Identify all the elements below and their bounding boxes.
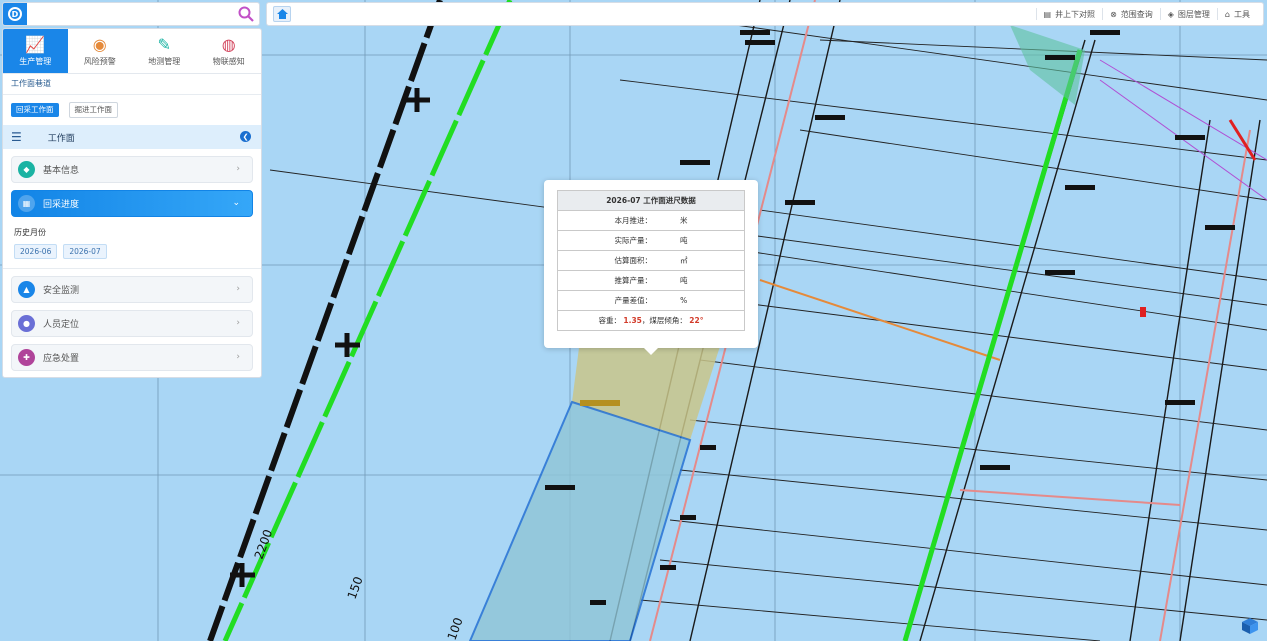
left-panel: 📈 生产管理 ◉ 风险预警 ✎ 地测管理 ◍ 物联感知 工作面巷道 回采工作面 … [2, 28, 262, 378]
panel-header: ☰ 工作面 ❮ [3, 125, 261, 149]
chart-up-icon: 📈 [25, 34, 46, 54]
layers-icon: ▤ [1043, 9, 1052, 19]
stack-icon: ◈ [1167, 9, 1174, 19]
acc-progress[interactable]: ▦ 回采进度 ⌄ [11, 190, 253, 217]
panel-header-title: 工作面 [47, 133, 75, 144]
search-box: D [2, 2, 260, 26]
chevron-right-icon: › [236, 352, 240, 362]
toolbox-icon: ⌂ [1224, 9, 1230, 19]
home-button[interactable] [273, 6, 291, 22]
chevron-down-icon: ⌄ [232, 198, 240, 208]
month-chip[interactable]: 2026-06 [14, 244, 58, 259]
face-type-row: 回采工作面 掘进工作面 [3, 95, 261, 125]
tab-iot[interactable]: ◍ 物联感知 [197, 29, 262, 73]
acc-safety[interactable]: ▲ 安全监测 › [11, 276, 253, 303]
row-estimated: 推算产量：吨 [557, 270, 745, 291]
acc-personnel[interactable]: ● 人员定位 › [11, 310, 253, 337]
tab-risk[interactable]: ◉ 风险预警 [68, 29, 133, 73]
app-logo[interactable]: D [3, 3, 27, 25]
advance-data-table: 2026-07 工作面进尺数据 本月推进：米 实际产量：吨 估算面积：㎡ 推算产… [557, 190, 745, 331]
tunneling-face-button[interactable]: 掘进工作面 [68, 102, 118, 118]
row-density-dip: 容重： 1.35，煤层倾角： 22° [557, 310, 745, 331]
menu-icon[interactable]: ☰ [11, 130, 22, 144]
advance-data-popup: 2026-07 工作面进尺数据 本月推进：米 实际产量：吨 估算面积：㎡ 推算产… [544, 180, 758, 355]
acc-basic-info[interactable]: ◆ 基本信息 › [11, 156, 253, 183]
nav-tabs: 📈 生产管理 ◉ 风险预警 ✎ 地测管理 ◍ 物联感知 [3, 29, 261, 74]
acc-emergency[interactable]: ✚ 应急处置 › [11, 344, 253, 371]
search-icon[interactable] [237, 5, 255, 23]
tool-tools-button[interactable]: ⌂ 工具 [1216, 8, 1257, 20]
search-input[interactable] [31, 6, 235, 24]
people-icon: ● [18, 315, 35, 332]
tool-layer-manage-button[interactable]: ◈ 图层管理 [1159, 8, 1217, 20]
tool-compare-button[interactable]: ▤ 井上下对照 [1035, 8, 1103, 20]
popup-title: 2026-07 工作面进尺数据 [557, 190, 745, 211]
section-title: 工作面巷道 [3, 74, 261, 95]
tab-survey[interactable]: ✎ 地测管理 [132, 29, 197, 73]
emergency-icon: ✚ [18, 349, 35, 366]
cube-icon[interactable] [1241, 617, 1259, 635]
chevron-right-icon: › [236, 284, 240, 294]
collapse-icon[interactable]: ❮ [240, 131, 251, 142]
chevron-right-icon: › [236, 318, 240, 328]
close-circle-icon: ⊗ [1110, 9, 1117, 19]
mining-face-button[interactable]: 回采工作面 [11, 103, 59, 117]
home-icon [276, 9, 288, 19]
history-label: 历史月份 [14, 228, 46, 237]
top-toolbar: ▤ 井上下对照 ⊗ 范围查询 ◈ 图层管理 ⌂ 工具 [266, 2, 1264, 26]
globe-icon: ◍ [221, 34, 236, 54]
survey-icon: ✎ [157, 34, 171, 54]
popup-pointer [644, 348, 658, 355]
database-icon: ◆ [18, 161, 35, 178]
tab-production[interactable]: 📈 生产管理 [3, 29, 68, 73]
month-list: 2026-06 2026-07 [14, 244, 261, 259]
tool-range-query-button[interactable]: ⊗ 范围查询 [1102, 8, 1160, 20]
chevron-right-icon: › [236, 164, 240, 174]
row-diff: 产量差值：% [557, 290, 745, 311]
month-chip[interactable]: 2026-07 [63, 244, 107, 259]
row-advance: 本月推进：米 [557, 210, 745, 231]
row-area: 估算面积：㎡ [557, 250, 745, 271]
calendar-icon: ▦ [18, 195, 35, 212]
bell-icon: ▲ [18, 281, 35, 298]
row-actual: 实际产量：吨 [557, 230, 745, 251]
risk-icon: ◉ [92, 34, 107, 54]
